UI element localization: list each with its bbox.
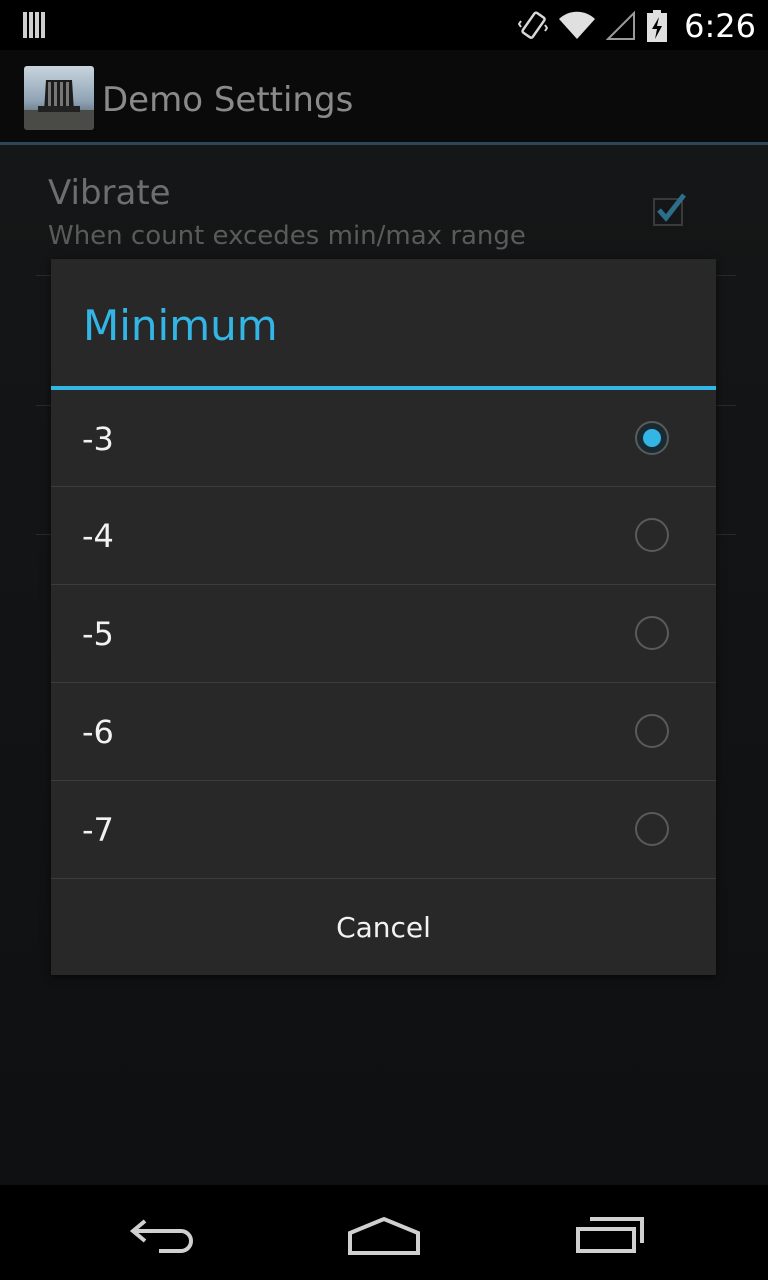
option-label: -6 <box>82 713 114 751</box>
battery-charging-icon <box>647 10 668 42</box>
screen: 6:26 Demo Settings Vibrate When count ex… <box>0 0 768 1280</box>
radio-unselected-icon[interactable] <box>634 811 670 847</box>
option-label: -3 <box>82 420 114 458</box>
radio-unselected-icon[interactable] <box>634 713 670 749</box>
status-icons: 6:26 <box>518 6 756 46</box>
vibrate-checkbox[interactable] <box>652 193 686 227</box>
option-label: -4 <box>82 517 114 555</box>
option-row-minus-3[interactable]: -3 <box>51 390 716 486</box>
option-row-minus-7[interactable]: -7 <box>51 781 716 877</box>
home-icon <box>348 1216 420 1255</box>
back-button[interactable] <box>115 1205 205 1265</box>
navigation-bar <box>0 1185 768 1280</box>
clock: 6:26 <box>684 7 756 45</box>
option-row-minus-4[interactable]: -4 <box>51 487 716 583</box>
cell-signal-icon <box>606 11 636 40</box>
vibrate-mode-icon <box>518 11 549 39</box>
recent-apps-button[interactable] <box>565 1205 655 1265</box>
cancel-button[interactable]: Cancel <box>51 879 716 975</box>
notification-icon <box>23 12 45 38</box>
action-bar: Demo Settings <box>0 50 768 144</box>
home-button[interactable] <box>339 1205 429 1265</box>
wifi-icon <box>559 11 596 40</box>
recent-apps-icon <box>576 1217 644 1253</box>
radio-unselected-icon[interactable] <box>634 517 670 553</box>
preference-title: Vibrate <box>48 173 171 213</box>
status-bar: 6:26 <box>0 0 768 50</box>
option-label: -5 <box>82 615 114 653</box>
radio-selected-icon[interactable] <box>634 420 670 456</box>
back-icon <box>129 1219 193 1253</box>
app-icon[interactable] <box>24 66 94 130</box>
option-row-minus-5[interactable]: -5 <box>51 585 716 681</box>
minimum-dialog: Minimum -3 -4 -5 -6 -7 Cancel <box>51 259 716 975</box>
option-row-minus-6[interactable]: -6 <box>51 683 716 779</box>
dialog-title: Minimum <box>83 301 278 350</box>
radio-unselected-icon[interactable] <box>634 615 670 651</box>
app-title: Demo Settings <box>102 80 354 120</box>
preference-summary: When count excedes min/max range <box>48 221 526 251</box>
option-label: -7 <box>82 811 114 849</box>
